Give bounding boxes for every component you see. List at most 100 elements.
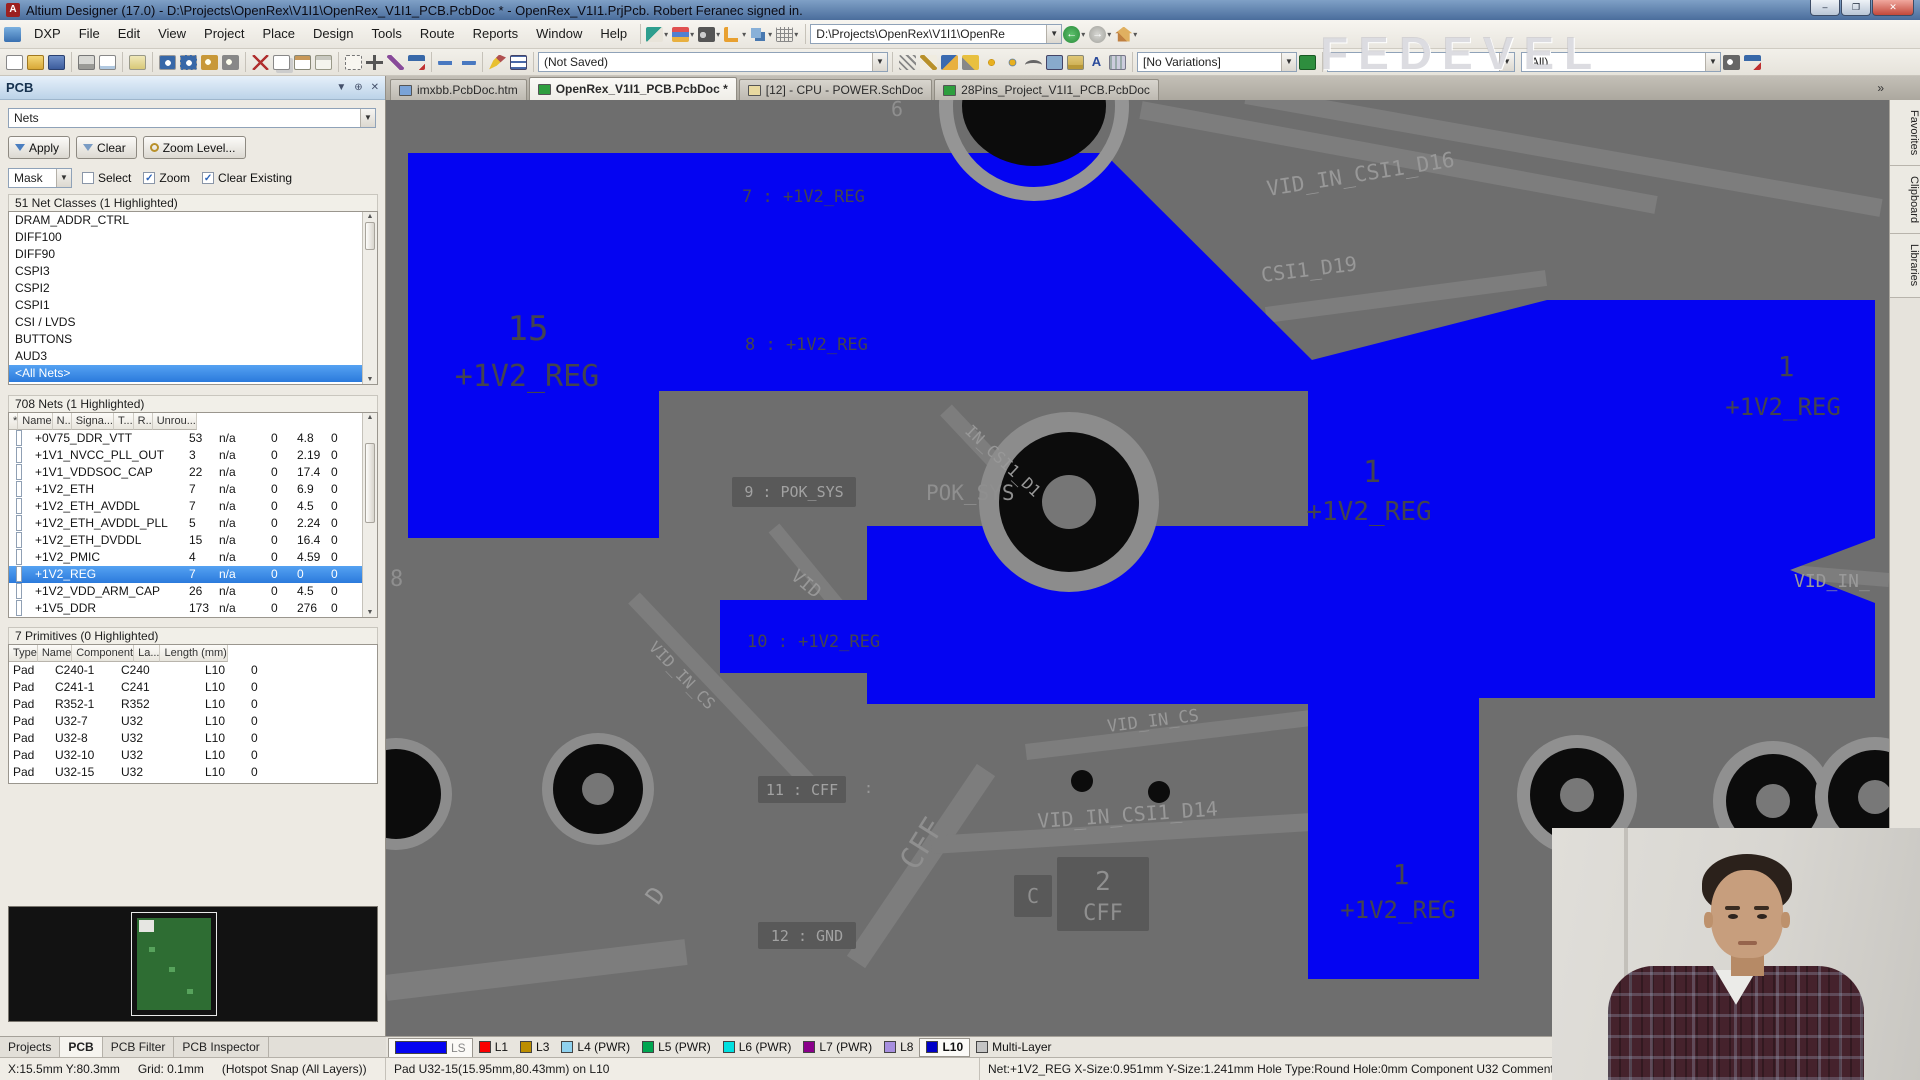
net-checkbox[interactable] <box>16 532 22 548</box>
arc-icon[interactable] <box>1025 60 1042 70</box>
layer-stack-icon[interactable] <box>672 27 689 42</box>
apply-button[interactable]: Apply <box>8 136 70 159</box>
back-button[interactable]: ← <box>1063 26 1080 43</box>
primitive-row[interactable]: Pad C241-1 C241 L10 0 <box>9 679 377 696</box>
maximize-button[interactable]: ❐ <box>1841 0 1871 16</box>
paste-icon[interactable] <box>294 55 311 70</box>
side-panel-tab[interactable]: Clipboard <box>1890 166 1920 234</box>
layer-tab[interactable]: L5 (PWR) <box>636 1038 717 1057</box>
net-row[interactable]: +1V1_NVCC_PLL_OUT 3 n/a 0 2.19 0 <box>9 447 362 464</box>
zoom-level-button[interactable]: Zoom Level... <box>143 136 247 159</box>
net-class-row[interactable]: AUD3 <box>9 348 362 365</box>
side-panel-tab[interactable]: Favorites <box>1890 100 1920 166</box>
menu-item[interactable]: Window <box>527 21 591 47</box>
layer-tab[interactable]: Multi-Layer <box>970 1038 1057 1057</box>
pen-icon[interactable] <box>489 55 506 70</box>
document-tab[interactable]: [12] - CPU - POWER.SchDoc <box>739 79 932 100</box>
net-row[interactable]: +1V2_ETH_AVDDL_PLL 5 n/a 0 2.24 0 <box>9 515 362 532</box>
panels-icon[interactable] <box>129 55 146 70</box>
panel-menu-icon[interactable]: ▼ <box>336 82 346 93</box>
undo-icon[interactable] <box>438 55 455 70</box>
project-path-combo[interactable]: D:\Projects\OpenRex\V1I1\OpenRe▼ <box>810 24 1062 44</box>
document-tab[interactable]: OpenRex_V1I1_PCB.PcbDoc * <box>529 77 737 100</box>
align-icon[interactable] <box>724 27 741 42</box>
primitive-row[interactable]: Pad U32-15 U32 L10 0 <box>9 764 377 781</box>
board-planning-icon[interactable] <box>646 27 663 42</box>
net-row[interactable]: +1V2_ETH_DVDDL 15 n/a 0 16.4 0 <box>9 532 362 549</box>
layer-tab[interactable]: L10 <box>919 1038 970 1057</box>
redo-icon[interactable] <box>459 55 476 70</box>
empty-combo[interactable]: ▼ <box>1327 52 1515 72</box>
primitive-row[interactable]: Pad U32-8 U32 L10 0 <box>9 730 377 747</box>
column-header[interactable]: * <box>9 413 18 430</box>
fill-icon[interactable] <box>1046 55 1063 70</box>
cut-icon[interactable] <box>252 55 269 70</box>
workspace-panel-tab[interactable]: PCB <box>60 1037 102 1057</box>
net-classes-scrollbar[interactable]: ▲▼ <box>362 212 377 384</box>
option-checkbox[interactable]: Clear Existing <box>202 171 292 185</box>
column-header[interactable]: Component <box>72 645 134 662</box>
find-icon[interactable] <box>698 27 715 42</box>
net-row[interactable]: +1V2_ETH 7 n/a 0 6.9 0 <box>9 481 362 498</box>
menu-item[interactable]: Reports <box>464 21 528 47</box>
component-icon[interactable] <box>1109 55 1126 70</box>
browse-mode-combo[interactable]: Nets▼ <box>8 108 376 128</box>
select-area-icon[interactable] <box>345 55 362 70</box>
clear-filter-icon[interactable] <box>408 55 425 70</box>
menu-item[interactable]: View <box>149 21 195 47</box>
net-row[interactable]: +1V1_VDDSOC_CAP 22 n/a 0 17.4 0 <box>9 464 362 481</box>
layer-tab[interactable]: L4 (PWR) <box>555 1038 636 1057</box>
option-checkbox[interactable]: Zoom <box>143 171 190 185</box>
net-row[interactable]: +1V2_PMIC 4 n/a 0 4.59 0 <box>9 549 362 566</box>
net-class-row[interactable]: CSPI2 <box>9 280 362 297</box>
net-checkbox[interactable] <box>16 515 22 531</box>
layer-tab[interactable]: L8 <box>878 1038 919 1057</box>
board-minimap[interactable] <box>8 906 378 1022</box>
menu-item[interactable]: Route <box>411 21 464 47</box>
menu-item[interactable]: File <box>70 21 109 47</box>
net-row[interactable]: +1V5_DDR 173 n/a 0 276 0 <box>9 600 362 617</box>
net-class-row[interactable]: DIFF90 <box>9 246 362 263</box>
paste-special-icon[interactable] <box>315 55 332 70</box>
column-header[interactable]: R.. <box>134 413 153 430</box>
layer-tab[interactable]: L7 (PWR) <box>797 1038 878 1057</box>
room-icon[interactable] <box>750 27 767 42</box>
menu-item[interactable]: Edit <box>109 21 149 47</box>
menu-item[interactable]: Tools <box>363 21 411 47</box>
net-class-row[interactable]: DIFF100 <box>9 229 362 246</box>
primitive-row[interactable]: Pad U32-10 U32 L10 0 <box>9 747 377 764</box>
zoom-window-icon[interactable] <box>159 55 176 70</box>
pcb-doc-icon[interactable] <box>1299 55 1316 70</box>
net-row[interactable]: +0V75_DDR_VTT 53 n/a 0 4.8 0 <box>9 430 362 447</box>
net-row[interactable]: +1V2_REG 7 n/a 0 0 0 <box>9 566 362 583</box>
zoom-selected-icon[interactable] <box>222 55 239 70</box>
new-icon[interactable] <box>6 55 23 70</box>
save-icon[interactable] <box>48 55 65 70</box>
table-icon[interactable] <box>510 55 527 70</box>
home-icon[interactable] <box>1115 27 1132 42</box>
net-checkbox[interactable] <box>16 600 22 616</box>
primitive-row[interactable]: Pad R352-1 R352 L10 0 <box>9 696 377 713</box>
primitive-row[interactable]: Pad C240-1 C240 L10 0 <box>9 662 377 679</box>
column-header[interactable]: Length (mm) <box>160 645 227 662</box>
side-panel-tab[interactable]: Libraries <box>1890 234 1920 297</box>
net-checkbox[interactable] <box>16 447 22 463</box>
panel-close-icon[interactable]: ✕ <box>371 82 379 93</box>
copy-icon[interactable] <box>273 55 290 70</box>
filter-clear-icon[interactable] <box>1744 55 1761 70</box>
net-class-row[interactable]: CSPI3 <box>9 263 362 280</box>
net-class-row[interactable]: <All Nets> <box>9 365 362 382</box>
variations-combo[interactable]: [No Variations]▼ <box>1137 52 1297 72</box>
mask-combo[interactable]: Mask▼ <box>8 168 72 188</box>
document-tab[interactable]: 28Pins_Project_V1I1_PCB.PcbDoc <box>934 79 1159 100</box>
net-class-row[interactable]: DRAM_ADDR_CTRL <box>9 212 362 229</box>
net-row[interactable]: +1V2_VDD_ARM_CAP 26 n/a 0 4.5 0 <box>9 583 362 600</box>
net-checkbox[interactable] <box>16 583 22 599</box>
net-checkbox[interactable] <box>16 566 22 582</box>
route-icon[interactable] <box>899 55 916 70</box>
menu-item[interactable]: Design <box>304 21 362 47</box>
net-checkbox[interactable] <box>16 430 22 446</box>
net-class-row[interactable]: CSI / LVDS <box>9 314 362 331</box>
scope-combo[interactable]: (All)▼ <box>1521 52 1721 72</box>
forward-button[interactable]: → <box>1089 26 1106 43</box>
